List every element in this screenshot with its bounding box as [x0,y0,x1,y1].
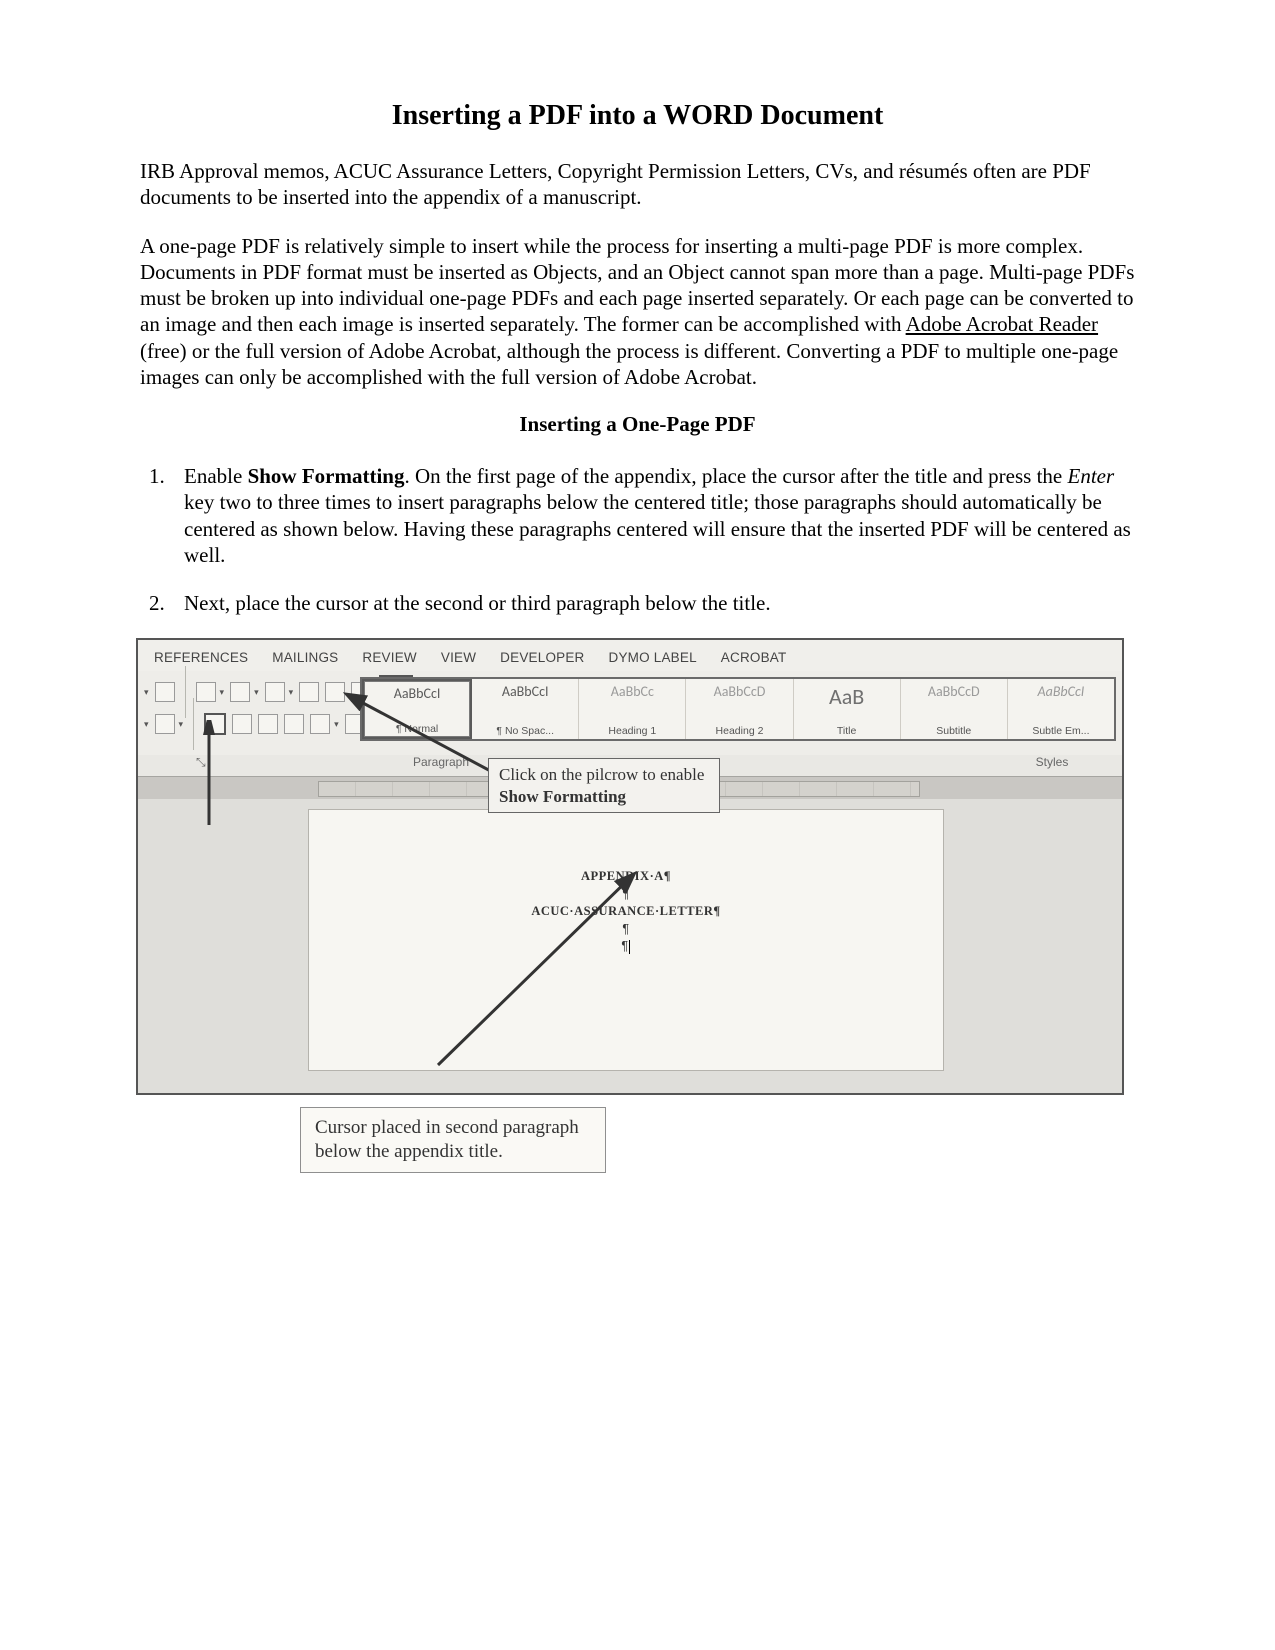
align-center-icon[interactable] [232,714,252,734]
align-right-icon[interactable] [258,714,278,734]
step1-text-c: . On the first page of the appendix, pla… [404,464,1067,488]
appendix-line-1: APPENDIX·A¶ [309,868,943,886]
steps-list: Enable Show Formatting. On the first pag… [140,463,1135,616]
pilcrow-mark: ¶ [309,886,943,904]
outdent-icon[interactable] [299,682,319,702]
justify-icon[interactable] [284,714,304,734]
styles-gallery[interactable]: AaBbCcI ¶ Normal AaBbCcI ¶ No Spac... Aa… [360,677,1116,741]
style-sample: AaBbCc [583,683,681,700]
style-sample: AaBbCcD [690,683,788,700]
callout-cursor: Cursor placed in second paragraph below … [300,1107,606,1173]
word-screenshot: REFERENCES MAILINGS REVIEW VIEW DEVELOPE… [136,638,1124,1095]
ribbon-body: ▾ ▾ ▾ ▾ ¶ ▾ ▾ ▾ ▾ ▾ [138,671,1122,755]
step-2: Next, place the cursor at the second or … [170,590,1135,616]
text-cursor [629,940,631,954]
style-subtleem[interactable]: AaBbCcI Subtle Em... [1008,679,1114,739]
style-heading2[interactable]: AaBbCcD Heading 2 [686,679,793,739]
step1-italic: Enter [1068,464,1115,488]
tab-mailings[interactable]: MAILINGS [272,650,338,665]
style-name: Heading 2 [690,725,788,737]
font-color-icon[interactable] [155,714,175,734]
tab-view[interactable]: VIEW [441,650,476,665]
tab-acrobat[interactable]: ACROBAT [721,650,787,665]
tab-dymo[interactable]: DYMO Label [609,650,697,665]
format-painter-icon[interactable] [155,682,175,702]
style-title[interactable]: AaB Title [794,679,901,739]
bullets-icon[interactable] [196,682,216,702]
appendix-line-2: ACUC·ASSURANCE·LETTER¶ [309,903,943,921]
style-sample: AaBbCcI [1012,683,1110,700]
appendix-title-block: APPENDIX·A¶ ¶ ACUC·ASSURANCE·LETTER¶ ¶ ¶ [309,868,943,956]
style-name: ¶ Normal [368,723,466,735]
section-heading: Inserting a One-Page PDF [140,412,1135,437]
callout-pilcrow: Click on the pilcrow to enable Show Form… [488,758,720,813]
style-sample: AaB [798,683,896,710]
step1-text-e: key two to three times to insert paragra… [184,490,1131,567]
indent-icon[interactable] [325,682,345,702]
style-name: Subtitle [905,725,1003,737]
style-name: Subtle Em... [1012,725,1110,737]
multilevel-icon[interactable] [265,682,285,702]
style-heading1[interactable]: AaBbCc Heading 1 [579,679,686,739]
style-sample: AaBbCcI [476,683,574,700]
style-name: Heading 1 [583,725,681,737]
document-area: APPENDIX·A¶ ¶ ACUC·ASSURANCE·LETTER¶ ¶ ¶ [138,799,1122,1093]
align-left-icon[interactable] [204,713,226,735]
pilcrow-mark: ¶ [621,939,628,953]
callout1-bold: Show Formatting [499,787,626,806]
style-normal[interactable]: AaBbCcI ¶ Normal [362,679,472,739]
pilcrow-mark: ¶ [309,921,943,939]
tab-review[interactable]: REVIEW [362,650,416,665]
intro-2b: (free) or the full version of Adobe Acro… [140,339,1118,389]
adobe-reader-link[interactable]: Adobe Acrobat Reader [906,312,1098,336]
document-page[interactable]: APPENDIX·A¶ ¶ ACUC·ASSURANCE·LETTER¶ ¶ ¶ [308,809,944,1071]
style-nospacing[interactable]: AaBbCcI ¶ No Spac... [472,679,579,739]
style-name: ¶ No Spac... [476,725,574,737]
style-sample: AaBbCcI [368,685,466,702]
numbering-icon[interactable] [230,682,250,702]
dropdown-icon[interactable]: ▾ [144,687,149,698]
style-subtitle[interactable]: AaBbCcD Subtitle [901,679,1008,739]
group-styles-label: Styles [992,755,1112,770]
tab-references[interactable]: REFERENCES [154,650,248,665]
step1-text-a: Enable [184,464,248,488]
page-title: Inserting a PDF into a WORD Document [140,100,1135,132]
tab-developer[interactable]: DEVELOPER [500,650,584,665]
style-name: Title [798,725,896,737]
ribbon-tabs: REFERENCES MAILINGS REVIEW VIEW DEVELOPE… [138,640,1122,671]
intro-paragraph-1: IRB Approval memos, ACUC Assurance Lette… [140,158,1135,211]
callout1-text: Click on the pilcrow to enable [499,765,704,784]
step-1: Enable Show Formatting. On the first pag… [170,463,1135,568]
line-spacing-icon[interactable] [310,714,330,734]
step1-bold: Show Formatting [248,464,405,488]
style-sample: AaBbCcD [905,683,1003,700]
intro-paragraph-2: A one-page PDF is relatively simple to i… [140,233,1135,391]
